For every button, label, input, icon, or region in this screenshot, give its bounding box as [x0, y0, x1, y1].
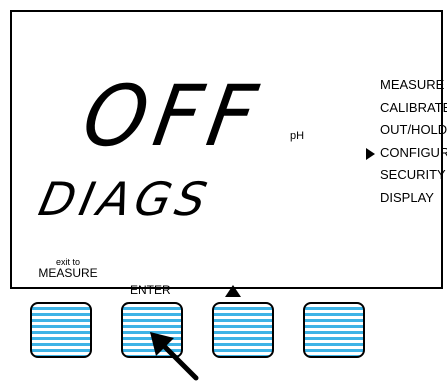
unit-label: pH	[290, 130, 305, 142]
menu-list: MEASURE CALIBRATE OUT/HOLD CONFIGURE SEC…	[366, 74, 447, 210]
menu-item-display: DISPLAY	[380, 187, 447, 210]
lcd-screen: OFF pH DIAGS MEASURE CALIBRATE OUT/HOLD …	[10, 10, 447, 297]
softkey-3-button[interactable]	[212, 302, 274, 358]
menu-item-configure: CONFIGURE	[366, 142, 447, 165]
menu-item-label: MEASURE	[380, 77, 445, 92]
menu-item-label: SECURITY	[380, 167, 446, 182]
exit-measure-label: MEASURE	[38, 266, 98, 280]
menu-item-label: CONFIGURE	[380, 144, 447, 160]
menu-item-label: CALIBRATE	[380, 99, 447, 115]
enter-softkey-label: ENTER	[130, 283, 171, 297]
up-triangle-icon	[225, 285, 241, 297]
softkey-1-button[interactable]	[30, 302, 92, 358]
menu-item-out-hold: OUT/HOLD	[380, 119, 447, 142]
menu-pointer-icon	[366, 147, 375, 160]
exit-softkey-label: exit to MEASURE	[34, 257, 102, 279]
sub-value-display: DIAGS	[34, 172, 217, 226]
main-value-display: OFF	[76, 67, 271, 165]
menu-item-security: SECURITY	[380, 164, 447, 187]
press-arrow-icon	[150, 332, 199, 381]
menu-item-measure: MEASURE	[380, 74, 447, 97]
menu-item-label: OUT/HOLD	[380, 122, 447, 137]
softkey-4-button[interactable]	[303, 302, 365, 358]
menu-item-label: DISPLAY	[380, 189, 434, 205]
menu-item-calibrate: CALIBRATE	[380, 97, 447, 120]
